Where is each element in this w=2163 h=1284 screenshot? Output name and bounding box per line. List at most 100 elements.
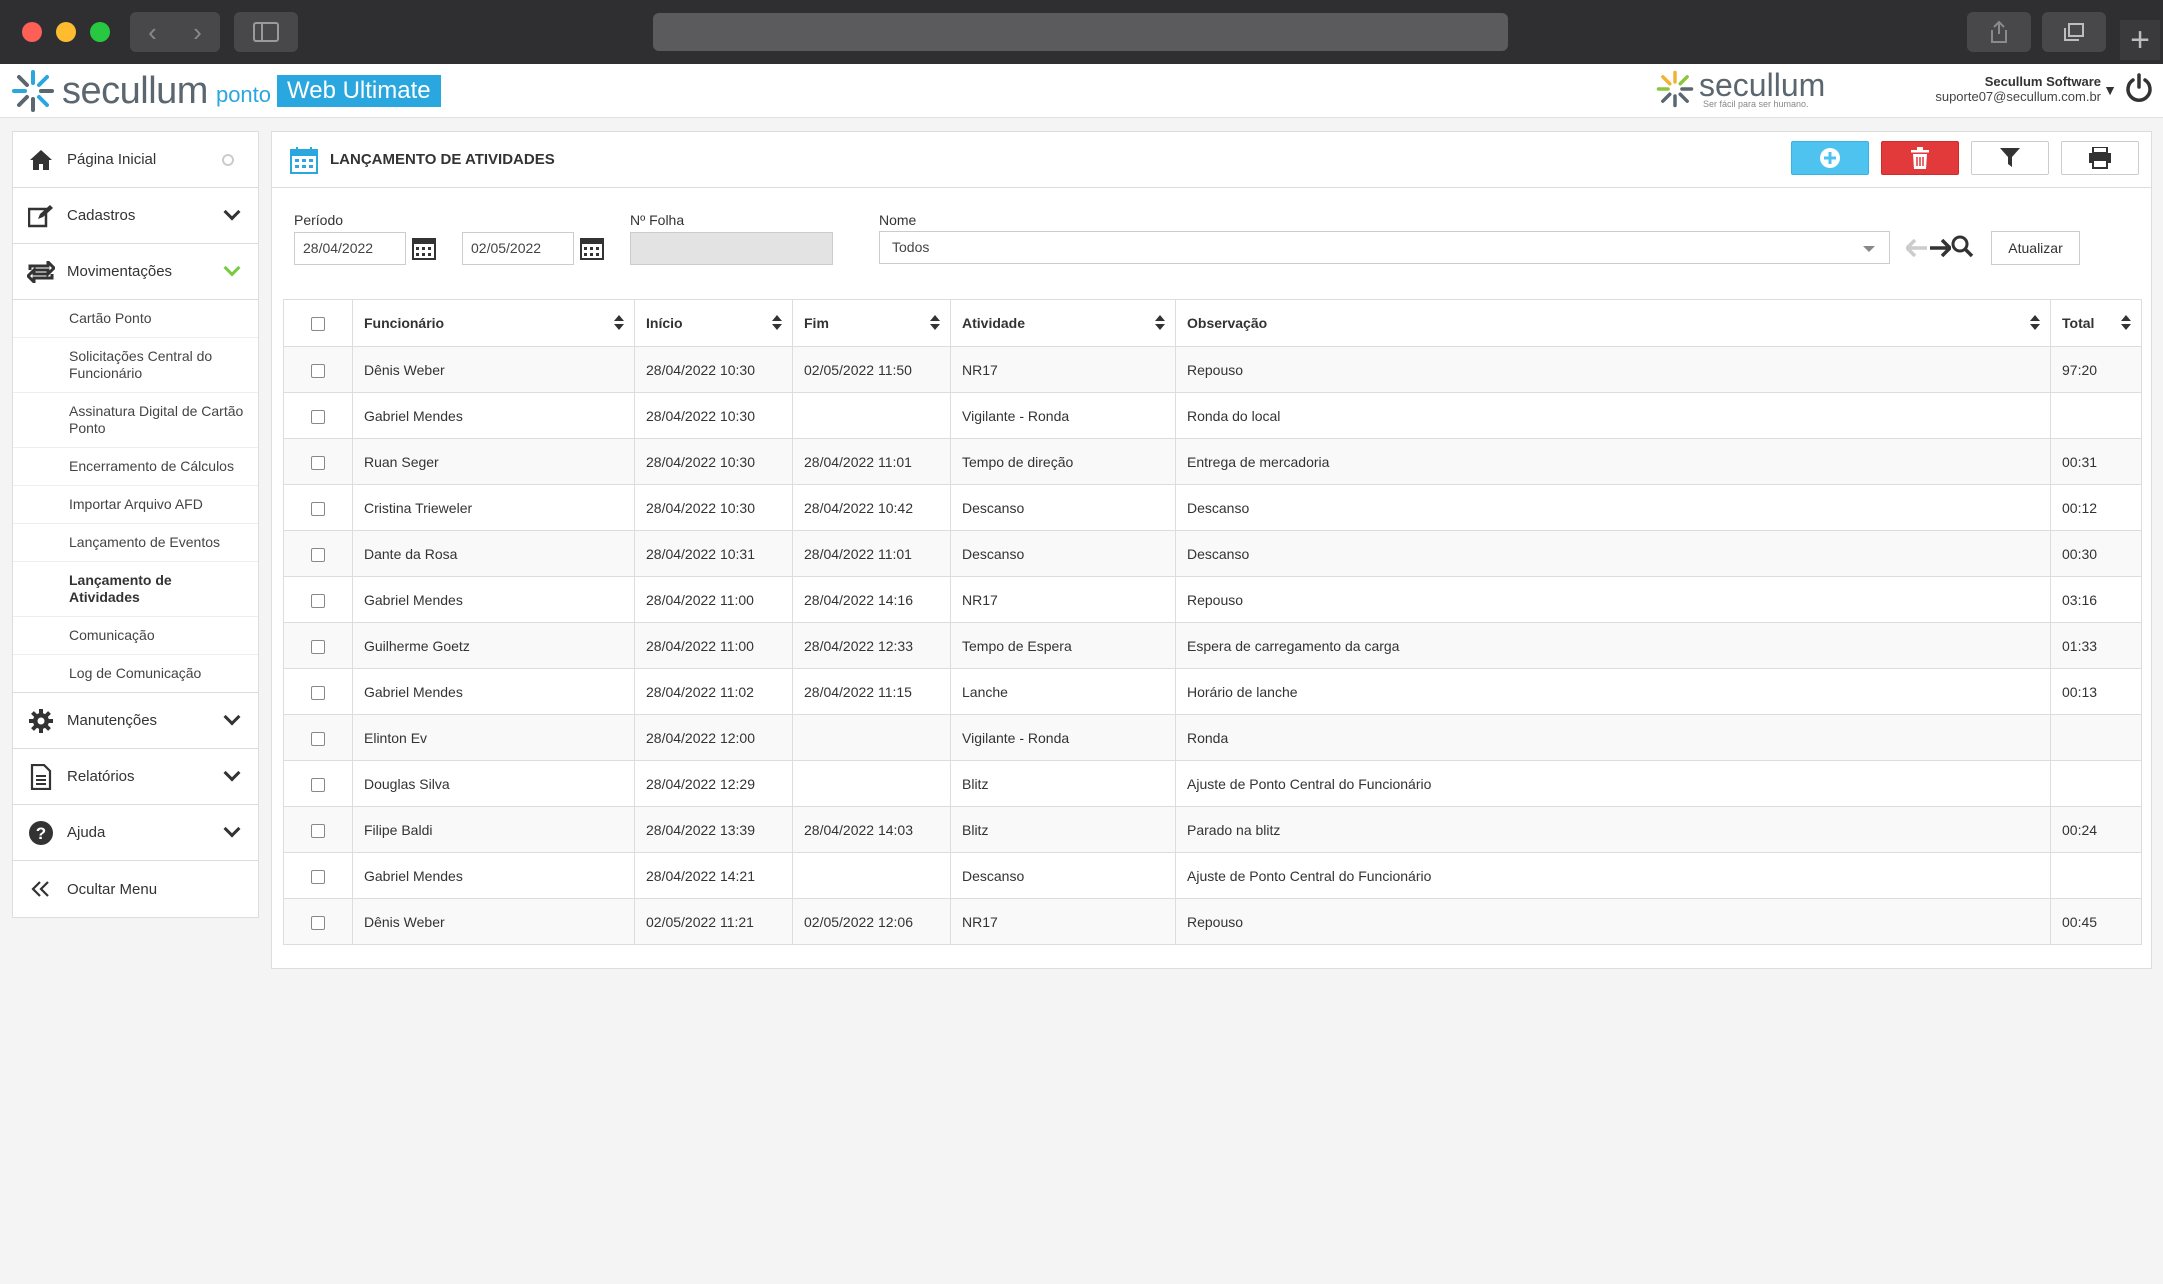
submenu-item[interactable]: Log de Comunicação (13, 655, 258, 693)
row-checkbox[interactable] (311, 777, 325, 792)
user-info[interactable]: Secullum Software suporte07@secullum.com… (1935, 74, 2101, 104)
nome-select[interactable]: Todos (879, 231, 1890, 264)
date-start-input[interactable]: 28/04/2022 (294, 232, 406, 265)
column-header[interactable]: Funcionário (352, 299, 635, 347)
submenu-item[interactable]: Cartão Ponto (13, 300, 258, 338)
sidebar-item-ajuda[interactable]: ? Ajuda (13, 805, 258, 861)
table-cell: 28/04/2022 12:29 (634, 760, 793, 807)
row-checkbox[interactable] (311, 455, 325, 470)
close-window-button[interactable] (22, 22, 42, 42)
maximize-window-button[interactable] (90, 22, 110, 42)
row-checkbox[interactable] (311, 869, 325, 884)
table-cell: 00:30 (2050, 530, 2142, 577)
tabs-overview-button[interactable] (2042, 12, 2106, 52)
sidebar-item-relatorios[interactable]: Relatórios (13, 749, 258, 805)
secullum-sun-icon (12, 70, 54, 112)
row-checkbox[interactable] (311, 501, 325, 516)
chevron-down-icon (223, 764, 241, 782)
row-checkbox[interactable] (311, 685, 325, 700)
folha-input[interactable] (630, 232, 833, 265)
table-header-row: Funcionário Início Fim Atividade Observa… (283, 299, 2142, 347)
calendar-icon[interactable] (412, 236, 436, 260)
submenu-item[interactable]: Encerramento de Cálculos (13, 448, 258, 486)
atualizar-button[interactable]: Atualizar (1991, 231, 2080, 265)
sidebar-item-movimentacoes[interactable]: Movimentações (13, 244, 258, 300)
calendar-icon[interactable] (580, 236, 604, 260)
arrow-right-icon[interactable] (1929, 236, 1953, 264)
power-icon[interactable] (2123, 72, 2155, 113)
logo-badge: Web Ultimate (277, 75, 441, 107)
table-cell: Blitz (950, 806, 1176, 853)
share-button[interactable] (1967, 12, 2031, 52)
table-row[interactable]: Ruan Seger 28/04/2022 10:30 28/04/2022 11:… (283, 438, 2142, 485)
table-row[interactable]: Guilherme Goetz 28/04/2022 11:00 28/04/202… (283, 622, 2142, 669)
table-row[interactable]: Elinton Ev 28/04/2022 12:00 Vigilante - Ro… (283, 714, 2142, 761)
table-cell: 28/04/2022 14:21 (634, 852, 793, 899)
submenu-item-active[interactable]: Lançamento de Atividades (13, 562, 258, 617)
app-header: secullum ponto Web Ultimate secullum Ser… (0, 64, 2163, 118)
table-cell: 28/04/2022 10:31 (634, 530, 793, 577)
row-checkbox[interactable] (311, 915, 325, 930)
sidebar-toggle-button[interactable] (234, 12, 298, 52)
row-checkbox[interactable] (311, 547, 325, 562)
filter-button[interactable] (1971, 141, 2049, 175)
table-cell: 28/04/2022 11:00 (634, 576, 793, 623)
table-cell: 28/04/2022 11:02 (634, 668, 793, 715)
sidebar-item-pagina-inicial[interactable]: Página Inicial (13, 132, 258, 188)
table-row[interactable]: Cristina Trieweler 28/04/2022 10:30 28/04/… (283, 484, 2142, 531)
sort-icon (772, 315, 782, 331)
table-cell: 00:31 (2050, 438, 2142, 485)
date-end-input[interactable]: 02/05/2022 (462, 232, 574, 265)
column-header[interactable]: Início (634, 299, 793, 347)
row-checkbox[interactable] (311, 409, 325, 424)
row-checkbox[interactable] (311, 731, 325, 746)
select-all-checkbox[interactable] (311, 317, 325, 332)
arrow-left-icon[interactable] (1904, 236, 1928, 264)
table-row[interactable]: Gabriel Mendes 28/04/2022 11:02 28/04/2022… (283, 668, 2142, 715)
back-icon[interactable]: ‹ (130, 12, 175, 52)
user-menu-caret-icon[interactable]: ▼ (2103, 82, 2117, 98)
table-row[interactable]: Gabriel Mendes 28/04/2022 14:21 Descanso Aj… (283, 852, 2142, 899)
row-checkbox[interactable] (311, 363, 325, 378)
table-row[interactable]: Gabriel Mendes 28/04/2022 11:00 28/04/2022… (283, 576, 2142, 623)
submenu-item[interactable]: Lançamento de Eventos (13, 524, 258, 562)
table-row[interactable]: Filipe Baldi 28/04/2022 13:39 28/04/2022 1… (283, 806, 2142, 853)
column-header-label: Observação (1187, 315, 1268, 331)
new-tab-button[interactable]: + (2120, 20, 2160, 60)
table-row[interactable]: Dênis Weber 28/04/2022 10:30 02/05/2022 11… (283, 346, 2142, 393)
submenu-item[interactable]: Importar Arquivo AFD (13, 486, 258, 524)
sidebar-item-cadastros[interactable]: Cadastros (13, 188, 258, 244)
column-header[interactable]: Total (2050, 299, 2142, 347)
submenu-item[interactable]: Solicitações Central do Funcionário (13, 338, 258, 393)
table-row[interactable]: Dante da Rosa 28/04/2022 10:31 28/04/2022 … (283, 530, 2142, 577)
table-cell: 28/04/2022 10:42 (792, 484, 951, 531)
row-checkbox[interactable] (311, 639, 325, 654)
column-header[interactable]: Fim (792, 299, 951, 347)
row-checkbox[interactable] (311, 593, 325, 608)
row-select-cell (283, 852, 353, 899)
forward-icon[interactable]: › (175, 12, 220, 52)
add-button[interactable] (1791, 141, 1869, 175)
print-button[interactable] (2061, 141, 2139, 175)
app-logo[interactable]: secullum ponto Web Ultimate (10, 68, 441, 114)
submenu-item[interactable]: Comunicação (13, 617, 258, 655)
table-row[interactable]: Dênis Weber 02/05/2022 11:21 02/05/2022 12… (283, 898, 2142, 945)
table-row[interactable]: Douglas Silva 28/04/2022 12:29 Blitz Ajuste… (283, 760, 2142, 807)
nome-select-value: Todos (892, 239, 930, 255)
sidebar-item-label: Movimentações (67, 263, 173, 280)
sidebar-item-ocultar-menu[interactable]: Ocultar Menu (13, 861, 258, 917)
column-header[interactable]: Observação (1175, 299, 2051, 347)
search-icon[interactable] (1950, 234, 1974, 258)
sidebar-item-manutencoes[interactable]: Manutenções (13, 693, 258, 749)
address-bar[interactable] (653, 13, 1508, 51)
row-select-cell (283, 622, 353, 669)
table-row[interactable]: Gabriel Mendes 28/04/2022 10:30 Vigilante … (283, 392, 2142, 439)
row-checkbox[interactable] (311, 823, 325, 838)
row-select-cell (283, 346, 353, 393)
table-cell: Filipe Baldi (352, 806, 635, 853)
delete-button[interactable] (1881, 141, 1959, 175)
submenu-item[interactable]: Assinatura Digital de Cartão Ponto (13, 393, 258, 448)
minimize-window-button[interactable] (56, 22, 76, 42)
table-cell: Entrega de mercadoria (1175, 438, 2051, 485)
column-header[interactable]: Atividade (950, 299, 1176, 347)
